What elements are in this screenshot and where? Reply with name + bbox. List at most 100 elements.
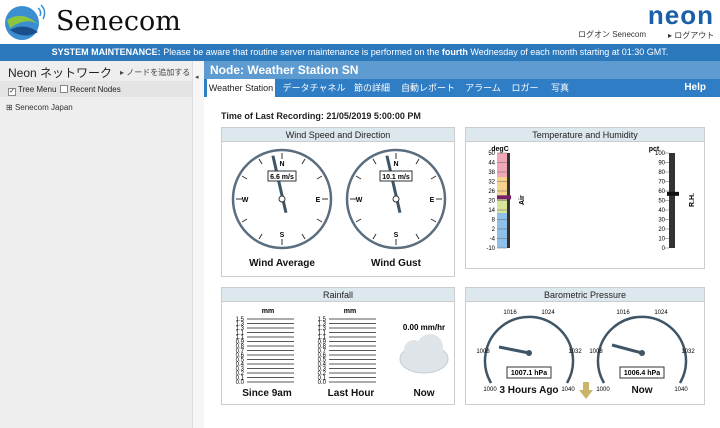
temp-tick: 32: [488, 180, 495, 186]
pressure-tick: 1040: [674, 387, 688, 393]
rh-tick: 90: [658, 161, 665, 167]
rain-tick: 0.0: [236, 380, 245, 384]
rain-unit: mm: [262, 308, 274, 315]
maintenance-banner: SYSTEM MAINTENANCE: Please be aware that…: [0, 44, 720, 61]
last-recording-time: Time of Last Recording: 21/05/2019 5:00:…: [221, 111, 421, 121]
wind-panel-title: Wind Speed and Direction: [222, 128, 454, 142]
compass-n: N: [279, 161, 284, 168]
rainfall-panel: Rainfall mm mm 1.5 1.3 1.3 1.1 1.1 0.9 0.8 0.7 0…: [221, 287, 455, 405]
pressure-tick: 1032: [681, 349, 695, 355]
pressure-tick: 1008: [589, 349, 603, 355]
brand-name: Senecom: [56, 6, 181, 37]
main-content: Time of Last Recording: 21/05/2019 5:00:…: [204, 97, 720, 428]
air-temp-marker: [497, 195, 511, 200]
compass-w: W: [242, 197, 249, 204]
temp-tick: 50: [488, 151, 495, 157]
air-label: Air: [519, 195, 526, 205]
neon-logo: neon: [647, 0, 714, 30]
rh-tick: 80: [658, 170, 665, 176]
rh-tick: 30: [658, 218, 665, 224]
recent-nodes-checkbox[interactable]: Recent Nodes: [60, 85, 121, 94]
sidebar-options: ✓ Tree Menu Recent Nodes: [0, 81, 192, 97]
wind-compasses: N E S W 6.6 m/s N E S W 10.1 m/s: [231, 148, 447, 250]
rh-tick: 10: [658, 237, 665, 243]
header: Senecom neon ログオン Senecom ▸ ログアウト: [0, 0, 720, 44]
wind-panel: Wind Speed and Direction N E S W 6.6 m/s: [221, 127, 455, 277]
pressure-tick: 1024: [654, 310, 668, 316]
rh-tick: 60: [658, 189, 665, 195]
rh-tick: 70: [658, 180, 665, 186]
tab-auto-report[interactable]: 自動レポート: [400, 79, 456, 97]
tree-item-senecom-japan[interactable]: ⊞ Senecom Japan: [6, 103, 73, 112]
tab-node-details[interactable]: 節の詳細: [352, 79, 392, 97]
pressure-3h-label: 3 Hours Ago: [499, 385, 559, 396]
pressure-now-label: Now: [631, 385, 653, 396]
pressure-3h-value: 1007.1 hPa: [511, 370, 547, 377]
tab-logger[interactable]: ロガー: [510, 79, 540, 97]
wind-gust-label: Wind Gust: [371, 258, 421, 269]
rh-marker: [667, 191, 679, 196]
tab-photos[interactable]: 写真: [548, 79, 572, 97]
compass-e: E: [430, 197, 435, 204]
compass-s: S: [394, 232, 399, 239]
expand-icon[interactable]: ⊞: [6, 103, 15, 112]
cloud-icon: [399, 334, 449, 374]
login-status: ログオン Senecom: [578, 30, 647, 39]
wind-average-compass: N E S W 6.6 m/s: [231, 148, 333, 250]
tab-alarm[interactable]: アラーム: [462, 79, 504, 97]
pressure-tick: 1016: [503, 310, 517, 316]
tab-data-channel[interactable]: データチャネル: [280, 79, 348, 97]
wind-average-value: 6.6 m/s: [270, 174, 294, 181]
rainfall-gauges: mm mm 1.51.31.31.11.10.90.80.70.60.50.40…: [236, 308, 449, 384]
since-9am-label: Since 9am: [242, 388, 292, 399]
add-node-link[interactable]: ▸ ノードを追加する: [120, 67, 190, 78]
compass-w: W: [356, 197, 363, 204]
tab-bar: Weather Station データチャネル 節の詳細 自動レポート アラーム…: [204, 79, 720, 99]
pressure-now-dial: 1016 1024 1008 1032 1000 1040 1006.4 hPa: [589, 310, 695, 393]
sidebar: Neon ネットワーク ▸ ノードを追加する ✓ Tree Menu Recent…: [0, 61, 204, 428]
checked-icon[interactable]: ✓: [8, 88, 16, 96]
rain-tick: 0.0: [318, 380, 327, 384]
rh-tick: 50: [658, 199, 665, 205]
pressure-tick: 1000: [596, 387, 610, 393]
last-hour-label: Last Hour: [327, 388, 375, 399]
rh-tick: 100: [655, 151, 666, 157]
temp-tick: 38: [488, 170, 495, 176]
pressure-tick: 1008: [476, 349, 490, 355]
pressure-now-value: 1006.4 hPa: [624, 370, 660, 377]
trend-down-arrow-icon: [579, 382, 593, 399]
pressure-panel-title: Barometric Pressure: [466, 288, 704, 302]
temp-tick: 8: [492, 218, 496, 224]
rain-rate: 0.00 mm/hr: [403, 323, 445, 332]
rh-scale: 1009080706050403020100: [655, 151, 669, 252]
temp-tick: 2: [492, 227, 496, 233]
temperature-panel-title: Temperature and Humidity: [466, 128, 704, 142]
rain-unit: mm: [344, 308, 356, 315]
temperature-gauges: degC 5044383226201482-4-10 Air pct 10090…: [486, 146, 696, 252]
collapse-left-icon[interactable]: ◂: [195, 73, 199, 81]
tab-weather-station[interactable]: Weather Station: [207, 79, 275, 99]
senecom-logo-icon: [5, 4, 46, 40]
rainfall-panel-title: Rainfall: [222, 288, 454, 302]
temp-tick: 44: [488, 161, 495, 167]
node-title: Node: Weather Station SN: [204, 61, 720, 79]
sidebar-splitter[interactable]: ◂: [192, 61, 204, 428]
pressure-tick: 1016: [616, 310, 630, 316]
unchecked-icon[interactable]: [60, 85, 68, 93]
logout-link[interactable]: ▸ ログアウト: [668, 30, 714, 41]
sidebar-title: Neon ネットワーク: [8, 66, 113, 80]
pressure-tick: 1024: [541, 310, 555, 316]
wind-gust-value: 10.1 m/s: [382, 174, 410, 181]
help-link[interactable]: Help: [684, 79, 706, 97]
tree-menu-checkbox[interactable]: ✓ Tree Menu: [8, 85, 56, 96]
wind-gust-compass: N E S W 10.1 m/s: [345, 148, 447, 250]
rh-tick: 20: [658, 227, 665, 233]
temp-tick: 14: [488, 208, 495, 214]
temperature-panel: Temperature and Humidity degC 50 44 38 32 26…: [465, 127, 705, 269]
temp-tick: 20: [488, 199, 495, 205]
rain-scale-last-hour: 1.51.31.31.11.10.90.80.70.60.50.40.30.20…: [318, 317, 376, 384]
rh-label: R.H.: [689, 193, 696, 207]
rh-tick: 0: [662, 246, 666, 252]
temp-tick: -4: [490, 237, 496, 243]
compass-n: N: [393, 161, 398, 168]
